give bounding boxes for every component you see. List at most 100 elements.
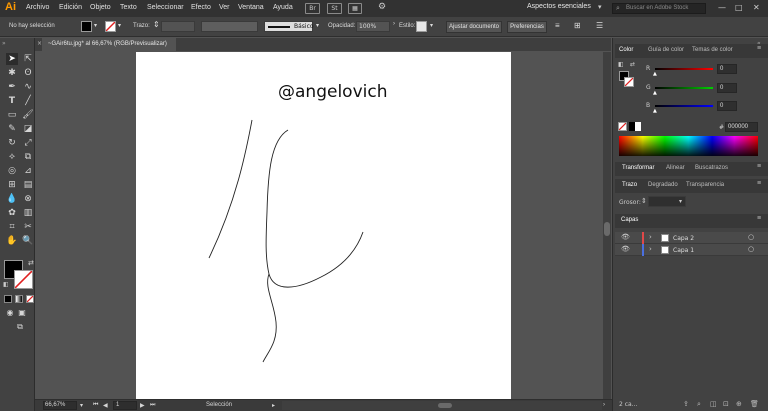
lasso-tool-icon[interactable]: ʘ <box>22 67 34 79</box>
hex-value-field[interactable]: 000000 <box>725 122 758 132</box>
none-mode-icon[interactable] <box>26 295 34 303</box>
panel-menu-icon[interactable]: ≡ <box>757 180 761 187</box>
shaper-tool-icon[interactable]: ✎ <box>6 123 18 135</box>
green-slider[interactable] <box>655 87 713 89</box>
swap-color-icon[interactable]: ⇄ <box>630 61 635 68</box>
brush-definition-dropdown[interactable]: Básico <box>264 21 314 32</box>
screen-mode-icon[interactable]: ▣ <box>16 307 28 319</box>
graphic-style-swatch[interactable] <box>416 21 427 32</box>
tab-color-guide[interactable]: Guía de color <box>648 47 684 53</box>
type-tool-icon[interactable]: T <box>6 95 18 107</box>
variable-width-profile[interactable] <box>201 21 258 32</box>
chevron-down-icon[interactable]: ▾ <box>80 402 83 409</box>
red-slider[interactable] <box>655 68 713 70</box>
menu-texto[interactable]: Texto <box>120 4 137 11</box>
menu-efecto[interactable]: Efecto <box>191 4 211 11</box>
artboard-tool-icon[interactable]: ⌗ <box>6 221 18 233</box>
tab-transform[interactable]: Transformar <box>622 165 654 171</box>
gpu-performance-icon[interactable]: ⚙ <box>375 3 389 14</box>
adjust-document-button[interactable]: Ajustar documento <box>446 21 502 33</box>
clipping-mask-icon[interactable]: ◫ <box>710 400 717 408</box>
tab-transparency[interactable]: Transparencia <box>686 182 724 188</box>
menu-icon[interactable]: ☰ <box>596 21 603 30</box>
red-value-field[interactable]: 0 <box>717 64 737 74</box>
target-circle-icon[interactable]: ○ <box>748 245 754 253</box>
pen-tool-icon[interactable]: ✒ <box>6 81 18 93</box>
slice-tool-icon[interactable]: ✂ <box>22 221 34 233</box>
last-artboard-icon[interactable]: ⏭ <box>150 402 155 409</box>
none-color-swatch[interactable] <box>618 122 627 131</box>
scroll-right-icon[interactable]: › <box>603 402 605 408</box>
opacity-field[interactable]: 100% <box>356 21 390 32</box>
width-tool-icon[interactable]: ⟡ <box>6 151 18 163</box>
tab-align[interactable]: Alinear <box>666 165 685 171</box>
perspective-grid-tool-icon[interactable]: ⊿ <box>22 165 34 177</box>
edit-toolbar-icon[interactable]: ⧉ <box>14 321 26 333</box>
layer-name[interactable]: Capa 1 <box>673 247 694 254</box>
chevron-down-icon[interactable]: ▾ <box>94 22 97 29</box>
layer-name[interactable]: Capa 2 <box>673 235 694 242</box>
slider-thumb-icon[interactable]: ▲ <box>653 90 657 96</box>
zoom-tool-icon[interactable]: 🔍 <box>22 235 34 247</box>
close-tab-icon[interactable]: × <box>37 40 42 47</box>
scrollbar-thumb[interactable] <box>438 403 452 408</box>
menu-ventana[interactable]: Ventana <box>238 4 264 11</box>
scrollbar-thumb[interactable] <box>604 222 610 236</box>
chevron-right-icon[interactable]: › <box>393 21 395 27</box>
slider-thumb-icon[interactable]: ▲ <box>653 108 657 114</box>
selection-tool-icon[interactable]: ➤ <box>6 53 18 65</box>
blend-tool-icon[interactable]: ⊗ <box>22 193 34 205</box>
menu-edicion[interactable]: Edición <box>59 4 82 11</box>
stroke-weight-field[interactable] <box>161 21 195 32</box>
layer-row-capa-1[interactable]: 👁 › Capa 1 ○ <box>615 244 768 256</box>
gradient-tool-icon[interactable]: ▤ <box>22 179 34 191</box>
blue-slider[interactable] <box>655 105 713 107</box>
transform-icon[interactable]: ⊞ <box>574 21 581 30</box>
chevron-down-icon[interactable]: ▾ <box>118 22 121 29</box>
swap-fill-stroke-icon[interactable]: ⇄ <box>28 259 34 267</box>
stroke-color-box[interactable] <box>14 270 33 289</box>
direct-selection-tool-icon[interactable]: ⇱ <box>22 53 34 65</box>
chevron-down-icon[interactable]: ▾ <box>679 198 682 205</box>
mesh-tool-icon[interactable]: ⊞ <box>6 179 18 191</box>
chevron-down-icon[interactable]: ▾ <box>316 22 319 29</box>
stock-search-input[interactable]: ⌕ Buscar en Adobe Stock <box>612 3 706 14</box>
blue-value-field[interactable]: 0 <box>717 101 737 111</box>
curvature-tool-icon[interactable]: ∿ <box>22 81 34 93</box>
tab-pathfinder[interactable]: Buscatrazos <box>695 165 728 171</box>
chevron-down-icon[interactable]: ▾ <box>430 22 433 29</box>
document-tab[interactable]: ~GAir6tu.jpg* al 66,67% (RGB/Previsualiz… <box>42 38 176 51</box>
rectangle-tool-icon[interactable]: ▭ <box>6 109 18 121</box>
export-icon[interactable]: ⇪ <box>683 400 689 408</box>
panel-menu-icon[interactable]: ≡ <box>757 45 761 52</box>
rotate-tool-icon[interactable]: ↻ <box>6 137 18 149</box>
preferences-button[interactable]: Preferencias <box>507 21 547 33</box>
bridge-button[interactable]: Br <box>305 3 320 14</box>
magic-wand-icon[interactable]: ✱ <box>6 67 18 79</box>
vertical-scrollbar[interactable] <box>603 52 611 399</box>
menu-objeto[interactable]: Objeto <box>90 4 111 11</box>
workspace-switcher[interactable]: Aspectos esenciales <box>527 3 591 10</box>
trash-icon[interactable]: 🗑 <box>750 400 759 408</box>
tab-color[interactable]: Color <box>619 47 633 53</box>
shape-builder-tool-icon[interactable]: ◎ <box>6 165 18 177</box>
tab-color-themes[interactable]: Temas de color <box>692 47 733 53</box>
paintbrush-tool-icon[interactable]: 🖌 <box>22 109 34 121</box>
slider-thumb-icon[interactable]: ▲ <box>653 71 657 77</box>
collapse-icon[interactable]: » <box>2 40 6 47</box>
chevron-right-icon[interactable]: › <box>649 245 652 253</box>
default-fill-stroke-icon[interactable]: ◧ <box>3 281 9 288</box>
stepper-icon[interactable]: ⇕ <box>153 20 160 29</box>
white-swatch[interactable] <box>635 122 641 131</box>
panel-stroke-swatch[interactable] <box>624 77 634 87</box>
maximize-icon[interactable]: □ <box>735 3 743 12</box>
drawing-strokes[interactable] <box>136 52 511 399</box>
close-icon[interactable]: ✕ <box>753 3 760 12</box>
gradient-mode-icon[interactable] <box>15 295 23 303</box>
eye-icon[interactable]: 👁 <box>621 245 630 253</box>
color-spectrum[interactable] <box>619 136 758 156</box>
next-artboard-icon[interactable]: ▶ <box>140 402 145 409</box>
horizontal-scrollbar[interactable] <box>282 401 602 410</box>
minimize-icon[interactable]: — <box>718 3 726 12</box>
layer-row-capa-2[interactable]: 👁 › Capa 2 ○ <box>615 232 768 244</box>
